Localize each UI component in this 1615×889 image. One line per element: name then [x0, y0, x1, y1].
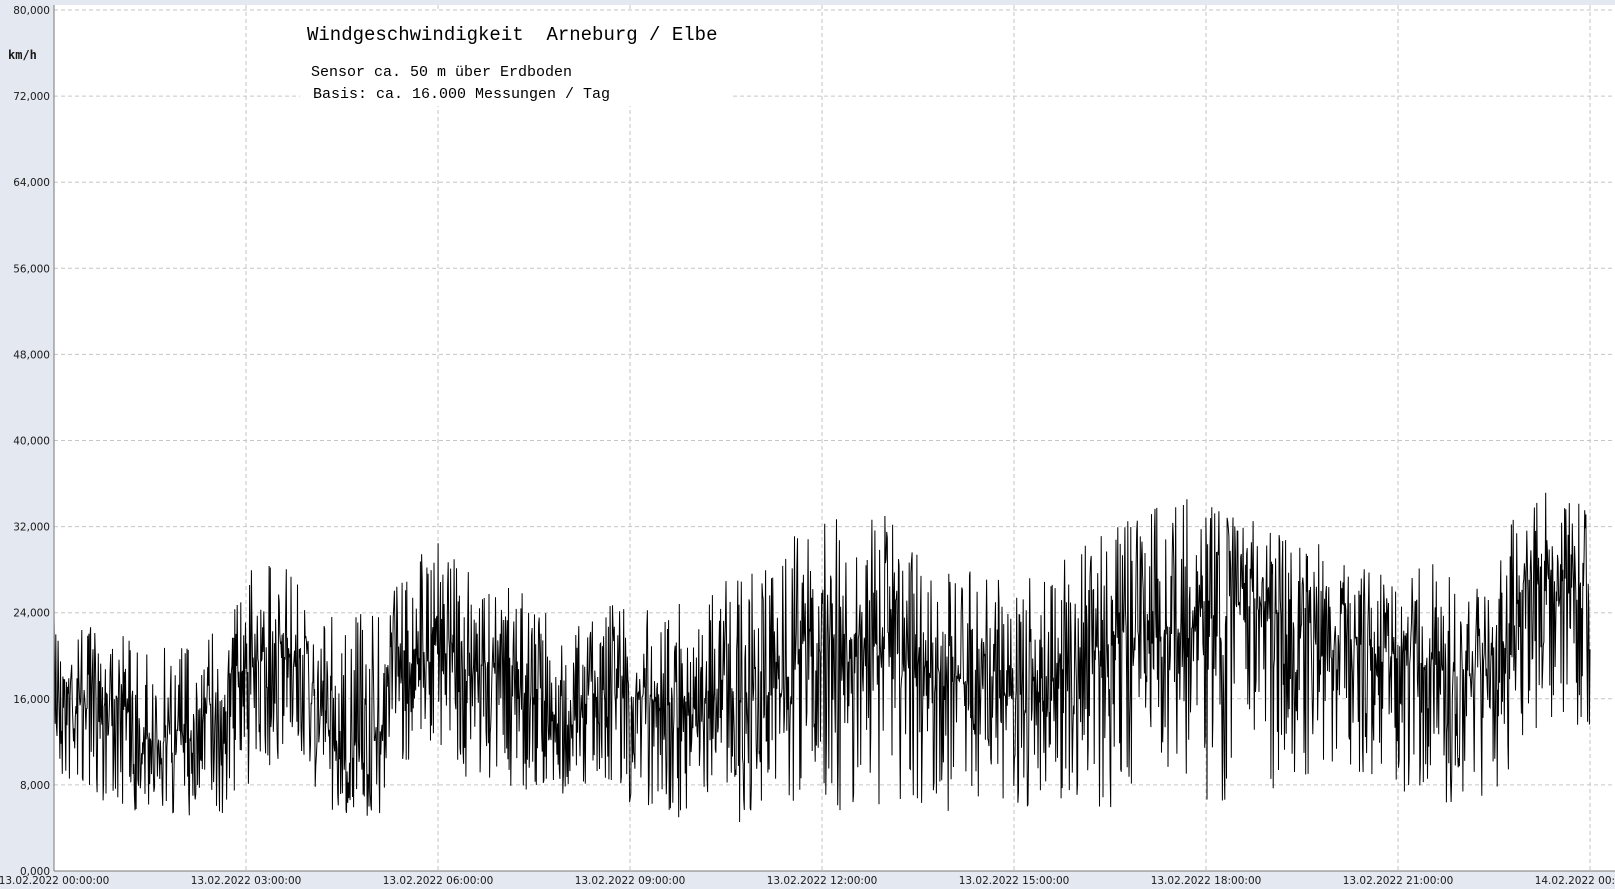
wind-speed-chart: 0,0008,00016,00024,00032,00040,00048,000…	[0, 5, 1615, 887]
x-tick-label: 13.02.2022 06:00:00	[383, 875, 494, 887]
y-tick-label: 72,000	[13, 91, 50, 103]
x-tick-label: 14.02.2022 00:00:00	[1535, 875, 1615, 887]
x-tick-label: 13.02.2022 21:00:00	[1343, 875, 1454, 887]
chart-subtitle-line-1: Sensor ca. 50 m über Erdboden	[311, 64, 572, 81]
y-tick-label: 24,000	[13, 608, 50, 620]
chart-subtitle-line-2: Basis: ca. 16.000 Messungen / Tag	[313, 86, 610, 103]
y-tick-label: 16,000	[13, 694, 50, 706]
y-tick-label: 40,000	[13, 436, 50, 448]
x-tick-labels: 13.02.2022 00:00:00 13.02.2022 03:00:00 13…	[0, 875, 1615, 887]
x-tick-label: 13.02.2022 18:00:00	[1151, 875, 1262, 887]
y-axis-label: km/h	[8, 48, 37, 62]
x-tick-label: 13.02.2022 09:00:00	[575, 875, 686, 887]
x-tick-label: 13.02.2022 03:00:00	[191, 875, 302, 887]
x-tick-label: 13.02.2022 15:00:00	[959, 875, 1070, 887]
y-tick-labels: 0,0008,00016,00024,00032,00040,00048,000…	[13, 5, 50, 878]
y-tick-label: 64,000	[13, 177, 50, 189]
chart-title: Windgeschwindigkeit Arneburg / Elbe	[307, 24, 717, 46]
y-tick-label: 32,000	[13, 522, 50, 534]
x-tick-label: 13.02.2022 12:00:00	[767, 875, 878, 887]
y-tick-label: 48,000	[13, 349, 50, 361]
x-tick-label: 13.02.2022 00:00:00	[0, 875, 109, 887]
y-tick-label: 80,000	[13, 5, 50, 17]
y-tick-label: 56,000	[13, 263, 50, 275]
y-tick-label: 8,000	[20, 780, 50, 792]
